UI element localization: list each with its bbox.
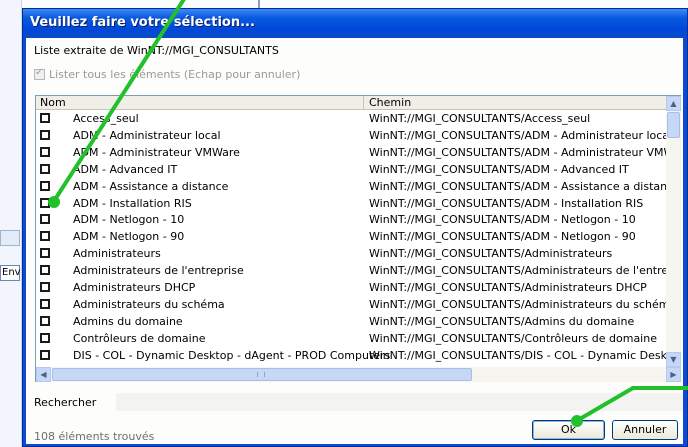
row-name: ADM - Assistance a distance: [73, 179, 229, 193]
list-item[interactable]: Administrateurs du schéma WinNT://MGI_CON…: [36, 297, 666, 313]
row-path: WinNT://MGI_CONSULTANTS/ADM - Netlogon -…: [369, 230, 636, 244]
background-fragment-field: [0, 230, 20, 246]
row-checkbox[interactable]: [40, 282, 50, 292]
vertical-scroll-thumb[interactable]: [667, 112, 680, 138]
scroll-down-icon[interactable]: ▼: [666, 352, 681, 367]
list-item[interactable]: ADM - Assistance a distance WinNT://MGI_C…: [36, 179, 666, 195]
scroll-up-icon[interactable]: ▲: [666, 96, 681, 111]
row-name: DIS - COL - Dynamic Desktop - dAgent - P…: [73, 348, 391, 362]
list-all-label: Lister tous les éléments (Echap pour ann…: [49, 68, 301, 81]
row-checkbox[interactable]: [40, 265, 50, 276]
scroll-right-icon[interactable]: ▶: [666, 367, 681, 382]
row-checkbox[interactable]: [40, 231, 50, 242]
row-checkbox[interactable]: [40, 113, 50, 123]
dialog-body: Liste extraite de WinNT://MGI_CONSULTANT…: [26, 38, 683, 444]
list-all-option: Lister tous les éléments (Echap pour ann…: [34, 67, 301, 81]
row-name: ADM - Netlogon - 10: [73, 213, 185, 227]
list-item[interactable]: ADM - Netlogon - 90 WinNT://MGI_CONSULTAN…: [36, 229, 666, 245]
column-header-name[interactable]: Nom: [36, 96, 364, 110]
scroll-left-icon[interactable]: ◀: [36, 367, 51, 382]
column-header-path[interactable]: Chemin: [365, 96, 666, 110]
list-item[interactable]: Access_seul WinNT://MGI_CONSULTANTS/Acces…: [36, 111, 666, 127]
row-path: WinNT://MGI_CONSULTANTS/Access_seul: [369, 112, 591, 125]
list-item[interactable]: ADM - Advanced IT WinNT://MGI_CONSULTANTS…: [36, 162, 666, 178]
row-checkbox[interactable]: [40, 248, 50, 259]
background-fragment-text: Env: [2, 267, 21, 278]
row-checkbox[interactable]: [40, 129, 50, 140]
grip-icon: [257, 372, 265, 377]
row-name: Administrateurs du schéma: [73, 297, 225, 311]
cancel-button[interactable]: Annuler: [612, 420, 678, 440]
row-checkbox[interactable]: [40, 315, 50, 326]
list-item[interactable]: Administrateurs WinNT://MGI_CONSULTANTS/A…: [36, 246, 666, 262]
list-item[interactable]: DIS - COL - Dynamic Desktop - dAgent - P…: [36, 348, 666, 364]
horizontal-scrollbar[interactable]: ◀ ▶: [36, 367, 681, 382]
background-app-top: [22, 0, 688, 8]
title-bar[interactable]: Veuillez faire votre sélection...: [23, 9, 687, 38]
row-path: WinNT://MGI_CONSULTANTS/Administrateurs …: [369, 297, 666, 311]
row-checkbox[interactable]: [40, 332, 50, 343]
row-path: WinNT://MGI_CONSULTANTS/ADM - Installati…: [369, 196, 644, 210]
row-path: WinNT://MGI_CONSULTANTS/DIS - COL - Dyna…: [369, 348, 666, 362]
list-item[interactable]: ADM - Netlogon - 10 WinNT://MGI_CONSULTAN…: [36, 212, 666, 228]
row-checkbox[interactable]: [40, 197, 50, 208]
list-item[interactable]: Administrateurs DHCP WinNT://MGI_CONSULTA…: [36, 280, 666, 296]
row-path: WinNT://MGI_CONSULTANTS/ADM - Assistance…: [369, 179, 666, 193]
row-path: WinNT://MGI_CONSULTANTS/ADM - Administra…: [369, 128, 666, 142]
row-name: Administrateurs DHCP: [73, 281, 196, 294]
row-path: WinNT://MGI_CONSULTANTS/ADM - Advanced I…: [369, 162, 629, 176]
list-item[interactable]: ADM - Installation RIS WinNT://MGI_CONSUL…: [36, 196, 666, 212]
background-fragment-button: Env: [0, 265, 21, 281]
background-app-panel: [0, 0, 22, 447]
row-path: WinNT://MGI_CONSULTANTS/ADM - Administra…: [369, 145, 666, 159]
results-list: Nom Chemin Access_seul WinNT://MGI_CONSUL…: [35, 95, 681, 382]
row-name: Admins du domaine: [73, 314, 183, 328]
row-name: Access_seul: [73, 112, 139, 125]
row-path: WinNT://MGI_CONSULTANTS/Admins du domain…: [369, 314, 635, 328]
dialog-title: Veuillez faire votre sélection...: [30, 15, 255, 30]
search-label: Rechercher: [34, 396, 97, 409]
list-rows: Access_seul WinNT://MGI_CONSULTANTS/Acces…: [36, 111, 666, 367]
row-name: ADM - Advanced IT: [73, 162, 178, 176]
row-checkbox[interactable]: [40, 298, 50, 309]
row-path: WinNT://MGI_CONSULTANTS/Administrateurs: [369, 247, 613, 261]
row-name: Administrateurs: [73, 247, 161, 261]
row-name: ADM - Installation RIS: [73, 196, 192, 210]
row-checkbox[interactable]: [40, 180, 50, 191]
vertical-scrollbar[interactable]: ▲ ▼: [666, 96, 681, 367]
row-checkbox[interactable]: [40, 349, 50, 360]
row-path: WinNT://MGI_CONSULTANTS/Administrateurs …: [369, 264, 666, 278]
list-item[interactable]: Contrôleurs de domaine WinNT://MGI_CONSUL…: [36, 331, 666, 347]
list-item[interactable]: Admins du domaine WinNT://MGI_CONSULTANTS…: [36, 314, 666, 330]
source-label: Liste extraite de WinNT://MGI_CONSULTANT…: [34, 44, 279, 57]
list-all-checkbox: [34, 67, 45, 80]
horizontal-scroll-thumb[interactable]: [52, 368, 472, 381]
row-checkbox[interactable]: [40, 214, 50, 225]
row-name: ADM - Administrateur VMWare: [73, 145, 240, 159]
search-input[interactable]: [116, 393, 683, 411]
list-item[interactable]: ADM - Administrateur local WinNT://MGI_CO…: [36, 128, 666, 144]
row-name: ADM - Netlogon - 90: [73, 230, 185, 244]
list-header: Nom Chemin: [36, 96, 666, 110]
row-name: Administrateurs de l'entreprise: [73, 264, 244, 278]
row-checkbox[interactable]: [40, 146, 50, 157]
list-item[interactable]: Administrateurs de l'entreprise WinNT://M…: [36, 263, 666, 279]
row-path: WinNT://MGI_CONSULTANTS/Administrateurs …: [369, 281, 647, 294]
row-checkbox[interactable]: [40, 163, 50, 174]
ok-button[interactable]: Ok: [532, 420, 605, 440]
row-name: ADM - Administrateur local: [73, 128, 221, 142]
selection-dialog: Veuillez faire votre sélection... Liste …: [22, 8, 688, 447]
row-path: WinNT://MGI_CONSULTANTS/Contrôleurs de d…: [369, 331, 657, 345]
row-name: Contrôleurs de domaine: [73, 331, 206, 345]
row-path: WinNT://MGI_CONSULTANTS/ADM - Netlogon -…: [369, 213, 636, 227]
background-separator: [258, 0, 260, 8]
results-count: 108 éléments trouvés: [34, 430, 155, 443]
list-item[interactable]: ADM - Administrateur VMWare WinNT://MGI_C…: [36, 145, 666, 161]
